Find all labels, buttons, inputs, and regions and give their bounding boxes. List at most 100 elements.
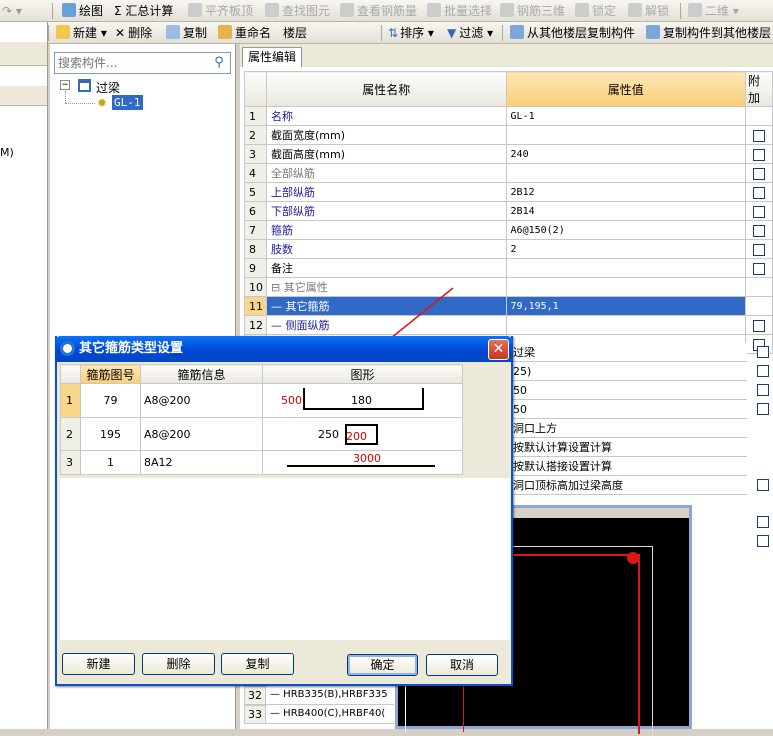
search-icon[interactable]: ⚲ [210, 55, 228, 71]
property-value[interactable]: 50 [513, 400, 747, 419]
stirrup-row[interactable]: 2 195 A8@200 250 200 [60, 417, 463, 451]
unlock-button[interactable]: 解锁 [628, 3, 669, 19]
property-value[interactable]: 25) [513, 362, 747, 381]
property-row[interactable]: 8 肢数 2 [244, 239, 773, 259]
property-value[interactable]: 洞口顶标高加过梁高度 [513, 476, 747, 495]
ok-button[interactable]: 确定 [347, 654, 418, 676]
extra-checkbox[interactable] [757, 365, 769, 377]
extra-checkbox[interactable] [757, 535, 769, 547]
property-row[interactable]: 5 上部纵筋 2B12 [244, 182, 773, 202]
property-value[interactable]: GL-1 [505, 106, 747, 126]
extra-checkbox[interactable] [753, 243, 765, 256]
property-row[interactable]: 12— 侧面纵筋 [244, 315, 773, 335]
name-column-header: 属性名称 [265, 71, 507, 107]
stirrup-code-cell[interactable]: 195 [80, 417, 141, 451]
property-row[interactable]: 1 名称 GL-1 [244, 106, 773, 126]
property-value[interactable]: 2B14 [505, 201, 747, 221]
stirrup-code-cell[interactable]: 79 [80, 383, 141, 418]
property-value[interactable] [505, 163, 747, 183]
stirrup-row[interactable]: 1 79 A8@200 500 180 [60, 383, 463, 418]
copy-stirrup-button[interactable]: 复制 [221, 653, 294, 675]
property-row[interactable]: 10 ⊟ 其它属性 [244, 277, 773, 297]
copy-button[interactable]: 复制 [166, 25, 207, 41]
select-icon [427, 3, 441, 17]
copy-from-floor-button[interactable]: 从其他楼层复制构件 [510, 25, 635, 41]
stirrup-info-cell[interactable]: A8@200 [140, 383, 263, 418]
tree-item-gl1[interactable]: GL-1 [112, 95, 143, 110]
batch-select-button[interactable]: 批量选择 [427, 3, 492, 19]
tab-property-edit[interactable]: 属性编辑 [242, 47, 302, 67]
property-value[interactable]: 2 [505, 239, 747, 259]
property-row[interactable]: 11— 其它箍筋 79,195,1 [244, 296, 773, 316]
copy-to-floor-button[interactable]: 复制构件到其他楼层 [646, 25, 771, 41]
extra-checkbox[interactable] [753, 319, 765, 332]
property-row[interactable]: 6 下部纵筋 2B14 [244, 201, 773, 221]
grid-header-row: 属性名称 属性值 附加 [244, 71, 773, 107]
property-value[interactable]: 按默认搭接设置计算 [513, 457, 747, 476]
extra-checkbox[interactable] [757, 346, 769, 358]
extra-checkbox[interactable] [757, 403, 769, 415]
property-value[interactable]: 50 [513, 381, 747, 400]
extra-cell [745, 144, 773, 164]
stirrup-info-cell[interactable]: 8A12 [140, 450, 263, 475]
stirrup-shape-cell[interactable]: 3000 [262, 450, 463, 475]
lock-icon [575, 3, 589, 17]
close-icon[interactable]: ✕ [488, 339, 509, 360]
property-value[interactable]: 240 [505, 144, 747, 164]
property-name: 肢数 [265, 239, 507, 259]
find-element-button[interactable]: 查找图元 [265, 3, 330, 19]
extra-checkbox[interactable] [757, 479, 769, 491]
new-button[interactable]: 新建 ▾ [56, 25, 107, 41]
new-stirrup-button[interactable]: 新建 [62, 653, 135, 675]
lock-button[interactable]: 锁定 [575, 3, 616, 19]
extra-checkbox[interactable] [753, 205, 765, 218]
property-row[interactable]: 9 备注 [244, 258, 773, 278]
property-value[interactable] [505, 277, 747, 297]
stirrup-info-cell[interactable]: A8@200 [140, 417, 263, 451]
stirrup-shape-cell[interactable]: 500 180 [262, 383, 463, 418]
view-rebar-button[interactable]: 查看钢筋量 [340, 3, 417, 19]
property-value[interactable]: 洞口上方 [513, 419, 747, 438]
view-2d-button[interactable]: 二维 ▾ [688, 3, 739, 19]
property-row[interactable]: 2 截面宽度(mm) [244, 125, 773, 145]
extra-cell [745, 201, 773, 221]
property-value[interactable] [505, 315, 747, 335]
stirrup-shape-cell[interactable]: 250 200 [262, 417, 463, 451]
rename-button[interactable]: 重命名 [218, 25, 271, 41]
extra-checkbox[interactable] [753, 129, 765, 142]
stirrup-code-cell[interactable]: 1 [80, 450, 141, 475]
extra-checkbox[interactable] [757, 516, 769, 528]
filter-button[interactable]: ▼ 过滤 ▾ [447, 25, 493, 41]
align-slab-button[interactable]: 平齐板顶 [188, 3, 253, 19]
extra-checkbox[interactable] [757, 384, 769, 396]
extra-checkbox[interactable] [753, 148, 765, 161]
property-row[interactable]: 3 截面高度(mm) 240 [244, 144, 773, 164]
collapse-icon[interactable]: − [60, 80, 70, 90]
summary-calc-button[interactable]: Σ 汇总计算 [114, 3, 173, 19]
extra-checkbox[interactable] [753, 167, 765, 180]
stirrup-header-row: 箍筋图号 箍筋信息 图形 [60, 364, 463, 384]
delete-stirrup-button[interactable]: 删除 [142, 653, 215, 675]
delete-button[interactable]: ✕ 删除 [115, 25, 152, 41]
rebar-3d-button[interactable]: 钢筋三维 [500, 3, 565, 19]
search-input[interactable] [55, 53, 205, 73]
property-value[interactable]: 按默认计算设置计算 [513, 438, 747, 457]
extra-checkbox[interactable] [753, 224, 765, 237]
property-value[interactable]: 过梁 [513, 343, 747, 362]
sort-button[interactable]: ⇅ 排序 ▾ [388, 25, 434, 41]
extra-checkbox[interactable] [753, 186, 765, 199]
tree-root-label[interactable]: 过梁 [96, 79, 120, 96]
property-row[interactable]: 4 全部纵筋 [244, 163, 773, 183]
extra-checkbox[interactable] [753, 262, 765, 275]
property-value[interactable] [505, 258, 747, 278]
redo-icon[interactable]: ↷ ▾ [2, 3, 22, 19]
property-row[interactable]: 7 箍筋 A6@150(2) [244, 220, 773, 240]
property-value[interactable]: A6@150(2) [505, 220, 747, 240]
property-value[interactable]: 79,195,1 [505, 296, 747, 316]
cancel-button[interactable]: 取消 [426, 654, 498, 676]
property-name: 下部纵筋 [265, 201, 507, 221]
draw-button[interactable]: 绘图 [62, 3, 103, 19]
stirrup-row[interactable]: 3 1 8A12 3000 [60, 450, 463, 475]
property-value[interactable]: 2B12 [505, 182, 747, 202]
property-value[interactable] [505, 125, 747, 145]
